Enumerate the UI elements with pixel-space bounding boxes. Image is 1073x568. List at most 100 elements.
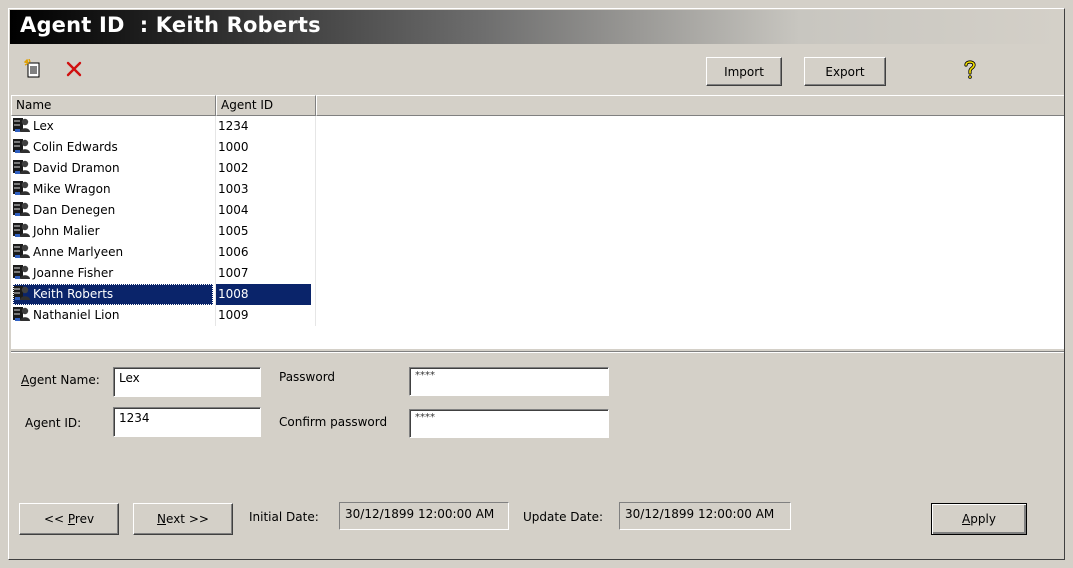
agent-name-value: Lex (119, 371, 140, 385)
initial-date-value: 30/12/1899 12:00:00 AM (345, 507, 495, 521)
agent-name-cell: Anne Marlyeen (13, 242, 213, 263)
agent-name-text: Lex (33, 119, 54, 133)
row-filler (315, 263, 1064, 284)
agent-id-input[interactable]: 1234 (113, 407, 261, 437)
agent-list[interactable]: Name Agent ID Lex 1234 Colin Edwards 1000 Da… (11, 95, 1064, 349)
agent-name-text: Colin Edwards (33, 140, 118, 154)
agent-icon (13, 243, 31, 259)
agent-name-text: Dan Denegen (33, 203, 116, 217)
table-row[interactable]: Keith Roberts 1008 (11, 284, 1064, 305)
agent-name-cell: Joanne Fisher (13, 263, 213, 284)
agent-name-text: John Malier (33, 224, 100, 238)
prev-button-label: << Prev (43, 512, 95, 526)
column-header-name[interactable]: Name (11, 95, 216, 116)
agent-name-text: Mike Wragon (33, 182, 111, 196)
agent-name-text: David Dramon (33, 161, 120, 175)
table-row[interactable]: Dan Denegen 1004 (11, 200, 1064, 221)
table-row[interactable]: Nathaniel Lion 1009 (11, 305, 1064, 326)
next-button-label: Next >> (157, 512, 209, 526)
export-button-label: Export (825, 64, 865, 79)
initial-date-label: Initial Date: (249, 510, 319, 524)
row-filler (315, 179, 1064, 200)
agent-id-cell: 1006 (215, 242, 311, 263)
divider (11, 351, 1064, 353)
confirm-password-label: Confirm password (279, 415, 388, 429)
apply-button[interactable]: Apply (931, 503, 1027, 535)
password-label: Password (279, 370, 336, 384)
agent-name-text: Nathaniel Lion (33, 308, 120, 322)
delete-x-icon[interactable] (64, 59, 84, 79)
password-value: **** (415, 370, 435, 381)
agent-icon (13, 180, 31, 196)
agent-id-cell: 1004 (215, 200, 311, 221)
row-filler (315, 158, 1064, 179)
prev-button[interactable]: << Prev (19, 503, 119, 535)
agent-icon (13, 201, 31, 217)
help-question-icon[interactable] (960, 58, 980, 79)
agent-icon (13, 264, 31, 280)
row-filler (315, 200, 1064, 221)
agent-icon (13, 306, 31, 322)
row-filler (315, 305, 1064, 326)
agent-name-cell: Nathaniel Lion (13, 305, 213, 326)
row-filler (315, 221, 1064, 242)
agent-name-cell: David Dramon (13, 158, 213, 179)
agent-name-cell: Keith Roberts (13, 284, 213, 305)
agent-window: Agent ID : Keith Roberts Import Export N… (8, 8, 1065, 560)
agent-id-cell: 1007 (215, 263, 311, 284)
update-date-value: 30/12/1899 12:00:00 AM (625, 507, 775, 521)
table-row[interactable]: Colin Edwards 1000 (11, 137, 1064, 158)
password-input[interactable]: **** (409, 367, 609, 396)
new-document-icon[interactable] (23, 58, 44, 79)
table-row[interactable]: Lex 1234 (11, 116, 1064, 137)
import-button-label: Import (724, 64, 764, 79)
confirm-password-input[interactable]: **** (409, 409, 609, 438)
list-rows: Lex 1234 Colin Edwards 1000 David Dramon 1002… (11, 116, 1064, 326)
export-button[interactable]: Export (804, 57, 886, 86)
agent-name-text: Joanne Fisher (33, 266, 114, 280)
update-date-label: Update Date: (523, 510, 603, 524)
agent-icon (13, 285, 31, 301)
table-row[interactable]: David Dramon 1002 (11, 158, 1064, 179)
table-row[interactable]: Mike Wragon 1003 (11, 179, 1064, 200)
table-row[interactable]: John Malier 1005 (11, 221, 1064, 242)
agent-icon (13, 159, 31, 175)
agent-name-input[interactable]: Lex (113, 367, 261, 397)
agent-id-cell: 1002 (215, 158, 311, 179)
agent-id-label: Agent ID: (25, 416, 82, 430)
agent-id-cell: 1009 (215, 305, 311, 326)
agent-name-cell: John Malier (13, 221, 213, 242)
table-row[interactable]: Joanne Fisher 1007 (11, 263, 1064, 284)
agent-id-cell: 1000 (215, 137, 311, 158)
agent-name-text: Anne Marlyeen (33, 245, 124, 259)
agent-name-cell: Colin Edwards (13, 137, 213, 158)
agent-id-value: 1234 (119, 411, 150, 425)
next-button[interactable]: Next >> (133, 503, 233, 535)
window-title: Agent ID : Keith Roberts (20, 13, 321, 37)
agent-id-cell: 1003 (215, 179, 311, 200)
row-filler (315, 242, 1064, 263)
initial-date-field: 30/12/1899 12:00:00 AM (339, 502, 509, 530)
agent-name-cell: Mike Wragon (13, 179, 213, 200)
update-date-field: 30/12/1899 12:00:00 AM (619, 502, 791, 530)
column-header-filler (316, 95, 1064, 116)
row-filler (315, 116, 1064, 137)
agent-name-cell: Dan Denegen (13, 200, 213, 221)
agent-name-text: Keith Roberts (33, 287, 114, 301)
agent-name-label: Agent Name: (21, 373, 100, 387)
agent-id-cell: 1008 (215, 284, 311, 305)
confirm-password-value: **** (415, 412, 435, 423)
apply-button-label: Apply (962, 512, 996, 526)
import-button[interactable]: Import (706, 57, 782, 86)
agent-id-cell: 1234 (215, 116, 311, 137)
agent-icon (13, 138, 31, 154)
list-header: Name Agent ID (11, 95, 1064, 116)
agent-id-cell: 1005 (215, 221, 311, 242)
table-row[interactable]: Anne Marlyeen 1006 (11, 242, 1064, 263)
row-filler (315, 284, 1064, 305)
agent-icon (13, 222, 31, 238)
toolbar: Import Export (10, 45, 1063, 93)
title-bar: Agent ID : Keith Roberts (10, 10, 1063, 44)
column-header-agent-id[interactable]: Agent ID (216, 95, 316, 116)
agent-name-cell: Lex (13, 116, 213, 137)
